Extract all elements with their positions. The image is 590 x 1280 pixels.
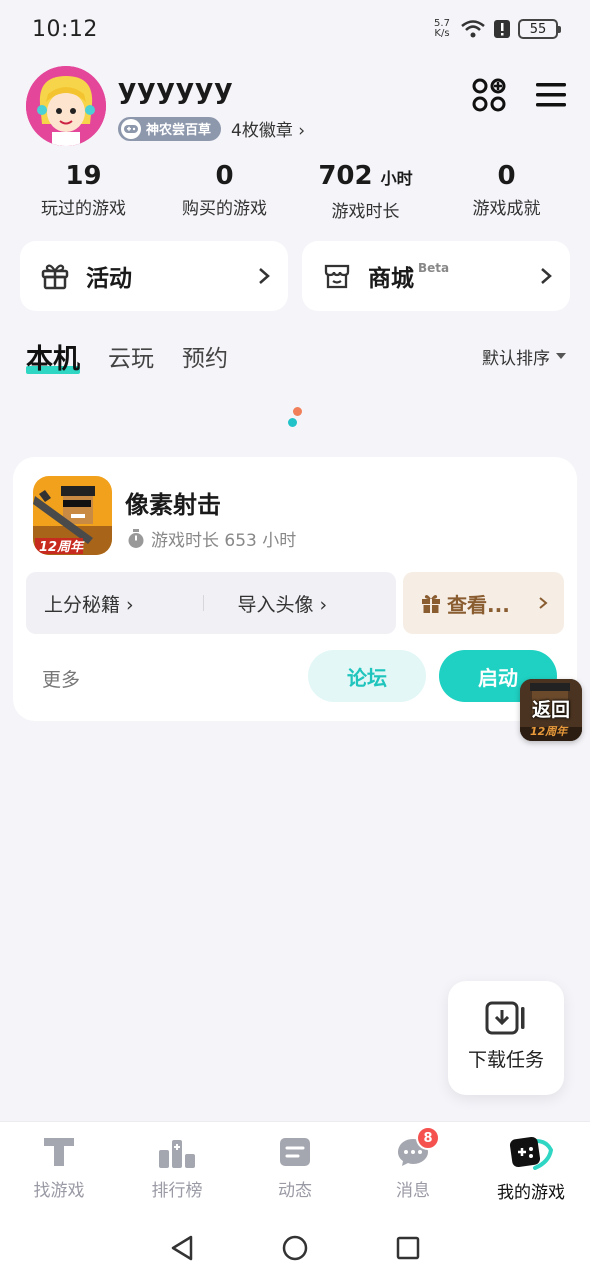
stat-played-games[interactable]: 19 玩过的游戏 <box>13 160 154 222</box>
return-sub-label: 12周年 <box>530 725 568 738</box>
stat-playtime[interactable]: 702 小时 游戏时长 <box>295 160 436 222</box>
playtime-text: 游戏时长 653 小时 <box>151 531 297 551</box>
game-playtime: 游戏时长 653 小时 <box>127 526 296 551</box>
view-gift-label: 查看... <box>447 592 510 617</box>
gift-icon <box>422 595 440 613</box>
loading-dot <box>293 407 302 416</box>
bottom-nav: 找游戏 排行榜 动态 8 消息 我的游戏 <box>0 1121 590 1216</box>
game-icon[interactable]: 12周年 <box>33 476 112 555</box>
caret-down-icon <box>556 352 566 359</box>
ranking-icon <box>159 1140 195 1168</box>
gamepad-icon <box>121 118 141 139</box>
tab-reserve[interactable]: 预约 <box>182 339 228 373</box>
message-count-badge: 8 <box>416 1126 440 1150</box>
store-label: 商城 <box>368 266 414 292</box>
forum-button[interactable]: 论坛 <box>308 650 426 702</box>
profile-header: yyyyyy 神农尝百草 4枚徽章 › <box>26 66 566 146</box>
return-label: 返回 <box>531 699 570 721</box>
nav-my-games[interactable]: 我的游戏 <box>472 1122 590 1216</box>
game-title[interactable]: 像素射击 <box>125 485 221 520</box>
wifi-icon <box>461 20 485 38</box>
status-icons: 5.7 K/s 55 <box>432 18 561 39</box>
system-navigation-bar <box>0 1216 590 1280</box>
battery-indicator: 55 <box>518 19 561 39</box>
nav-feed[interactable]: 动态 <box>236 1122 354 1216</box>
action-cards: 活动 商城 Beta <box>20 241 570 311</box>
apps-icon[interactable] <box>472 78 506 112</box>
view-gift-button[interactable]: 查看... <box>403 572 564 634</box>
home-icon[interactable] <box>281 1234 309 1262</box>
download-icon <box>485 1001 525 1035</box>
activity-label: 活动 <box>86 266 132 292</box>
status-bar: 10:12 5.7 K/s 55 <box>0 0 590 58</box>
feed-icon <box>280 1138 310 1166</box>
stopwatch-icon <box>128 528 144 548</box>
store-card[interactable]: 商城 Beta <box>302 241 570 311</box>
import-avatar-link[interactable]: 导入头像 › <box>204 590 397 617</box>
loading-dot <box>288 418 297 427</box>
game-icon-badge: 12周年 <box>39 540 84 555</box>
nav-find-games[interactable]: 找游戏 <box>0 1122 118 1216</box>
status-time: 10:12 <box>32 16 98 42</box>
avatar-image <box>26 66 106 146</box>
activity-card[interactable]: 活动 <box>20 241 288 311</box>
nav-messages[interactable]: 8 消息 <box>354 1122 472 1216</box>
chevron-right-icon <box>259 268 270 284</box>
header-icons <box>472 78 566 112</box>
floating-return-button[interactable]: 返回 12周年 <box>520 679 582 741</box>
store-icon <box>324 264 350 289</box>
menu-icon[interactable] <box>536 82 566 108</box>
my-games-icon <box>509 1136 553 1170</box>
chevron-right-icon <box>539 597 548 609</box>
game-links: 上分秘籍 › 导入头像 › <box>26 572 396 634</box>
nav-ranking[interactable]: 排行榜 <box>118 1122 236 1216</box>
beta-tag: Beta <box>418 261 450 275</box>
tab-local[interactable]: 本机 <box>26 337 80 376</box>
find-games-icon <box>44 1138 74 1166</box>
title-tag-label: 神农尝百草 <box>146 123 212 138</box>
gift-icon <box>41 264 69 290</box>
sort-dropdown[interactable]: 默认排序 <box>482 344 566 369</box>
badge-row: 神农尝百草 4枚徽章 › <box>118 116 305 141</box>
sort-label: 默认排序 <box>482 348 550 369</box>
download-task-label: 下载任务 <box>467 1049 544 1071</box>
back-icon[interactable] <box>169 1234 195 1262</box>
badge-count-link[interactable]: 4枚徽章 › <box>231 116 305 141</box>
more-button[interactable]: 更多 <box>42 665 80 692</box>
stat-achievements[interactable]: 0 游戏成就 <box>436 160 577 222</box>
stats-row: 19 玩过的游戏 0 购买的游戏 702 小时 游戏时长 0 游戏成就 <box>0 160 590 222</box>
game-tabs: 本机 云玩 预约 默认排序 <box>26 334 566 378</box>
chevron-right-icon <box>541 268 552 284</box>
username: yyyyyy <box>118 72 234 105</box>
stat-purchased-games[interactable]: 0 购买的游戏 <box>154 160 295 222</box>
tips-link[interactable]: 上分秘籍 › <box>26 590 203 617</box>
network-speed: 5.7 K/s <box>434 18 450 39</box>
avatar[interactable] <box>26 66 106 146</box>
game-card: 12周年 像素射击 游戏时长 653 小时 上分秘籍 › 导入头像 › 查看..… <box>13 457 577 721</box>
recents-icon[interactable] <box>395 1235 421 1261</box>
alert-icon <box>494 20 510 38</box>
download-task-button[interactable]: 下载任务 <box>448 981 564 1095</box>
tab-cloud[interactable]: 云玩 <box>108 339 154 373</box>
title-tag[interactable]: 神农尝百草 <box>118 116 222 141</box>
